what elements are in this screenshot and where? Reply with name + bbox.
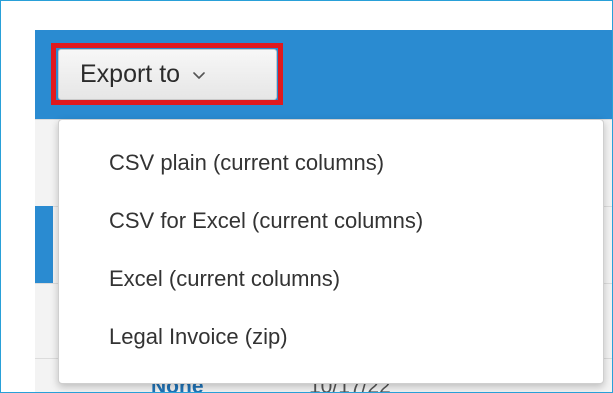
app-frame: None 10/17/22 Export to CSV plain (curre… xyxy=(0,0,613,393)
menu-item-csv-excel[interactable]: CSV for Excel (current columns) xyxy=(109,208,423,234)
export-to-button[interactable]: Export to xyxy=(58,49,277,100)
chevron-down-icon xyxy=(193,67,205,85)
selected-row-marker xyxy=(35,206,53,283)
menu-item-legal-invoice[interactable]: Legal Invoice (zip) xyxy=(109,324,288,350)
menu-item-csv-plain[interactable]: CSV plain (current columns) xyxy=(109,150,384,176)
export-dropdown-menu: CSV plain (current columns) CSV for Exce… xyxy=(58,119,604,384)
export-to-label: Export to xyxy=(80,60,181,88)
menu-item-excel[interactable]: Excel (current columns) xyxy=(109,266,340,292)
